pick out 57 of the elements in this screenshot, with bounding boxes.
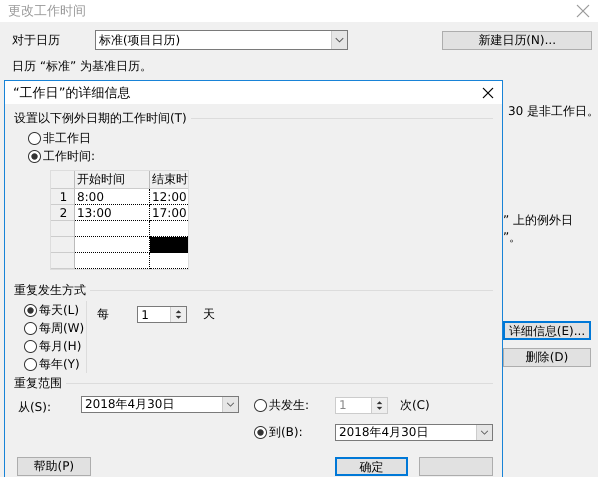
- selected-cell[interactable]: [150, 237, 188, 253]
- table-cell[interactable]: 13:00: [75, 205, 150, 221]
- section-title: 设置以下例外日期的工作时间(T): [14, 110, 187, 127]
- delete-button[interactable]: 删除(D): [503, 348, 591, 367]
- occurrences-spinner[interactable]: 1: [335, 396, 388, 414]
- every-label: 每: [97, 306, 110, 323]
- base-calendar-note: 日历 “标准” 为基准日历。: [12, 58, 154, 75]
- section-title: 重复发生方式: [14, 282, 86, 299]
- note-text: ” 上的例外日: [503, 212, 574, 229]
- calendar-label: 对于日历: [12, 32, 61, 48]
- option-label: 每月(H): [39, 338, 82, 354]
- radio-button[interactable]: [28, 132, 41, 144]
- option-label: 工作时间:: [43, 148, 96, 164]
- option-label: 非工作日: [43, 130, 91, 146]
- note-text: 30 是非工作日。: [508, 103, 598, 120]
- table-cell[interactable]: [75, 237, 150, 253]
- option-label: 共发生:: [269, 396, 310, 414]
- note-text: ”。: [503, 229, 522, 246]
- table-cell[interactable]: [75, 221, 150, 237]
- radio-button[interactable]: [24, 340, 37, 352]
- new-calendar-button[interactable]: 新建日历(N)...: [442, 30, 592, 50]
- section-title: 重复范围: [14, 375, 62, 392]
- table-cell[interactable]: [75, 253, 150, 269]
- from-label: 从(S):: [18, 399, 52, 416]
- occurrences-unit: 次(C): [400, 396, 430, 414]
- option-label: 每天(L): [39, 302, 80, 318]
- radio-button[interactable]: [254, 398, 267, 412]
- radio-button[interactable]: [24, 304, 37, 316]
- row-header: 1: [51, 189, 75, 205]
- help-button[interactable]: 帮助(P): [17, 457, 91, 476]
- column-header: 开始时间: [75, 171, 150, 189]
- details-button[interactable]: 详细信息(E)...: [503, 321, 591, 340]
- table-cell[interactable]: 8:00: [75, 189, 150, 205]
- option-label: 每年(Y): [39, 356, 80, 372]
- column-header: 结束时: [150, 171, 188, 189]
- radio-button[interactable]: [28, 150, 41, 162]
- row-header: 2: [51, 205, 75, 221]
- radio-button[interactable]: [24, 322, 37, 334]
- row-header: [51, 237, 75, 253]
- window-title: 更改工作时间: [8, 3, 86, 20]
- ok-button[interactable]: 确定: [334, 457, 408, 476]
- table-cell[interactable]: 12:00: [150, 189, 188, 205]
- corner-cell: [51, 171, 75, 189]
- start-date-dropdown[interactable]: 2018年4月30日: [81, 396, 239, 413]
- close-icon[interactable]: [482, 86, 494, 98]
- row-header: [51, 221, 75, 237]
- radio-button[interactable]: [254, 426, 267, 438]
- option-label: 每周(W): [39, 320, 84, 336]
- interval-spinner[interactable]: 1: [137, 306, 188, 323]
- end-date-dropdown[interactable]: 2018年4月30日: [335, 424, 493, 440]
- row-header: [51, 253, 75, 269]
- dialog-title: “工作日”的详细信息: [13, 84, 130, 102]
- radio-button[interactable]: [24, 358, 37, 370]
- option-label: 到(B):: [269, 424, 303, 440]
- unit-label: 天: [203, 306, 216, 323]
- table-cell[interactable]: 17:00: [150, 205, 188, 221]
- calendar-dropdown[interactable]: 标准(项目日历): [94, 30, 348, 50]
